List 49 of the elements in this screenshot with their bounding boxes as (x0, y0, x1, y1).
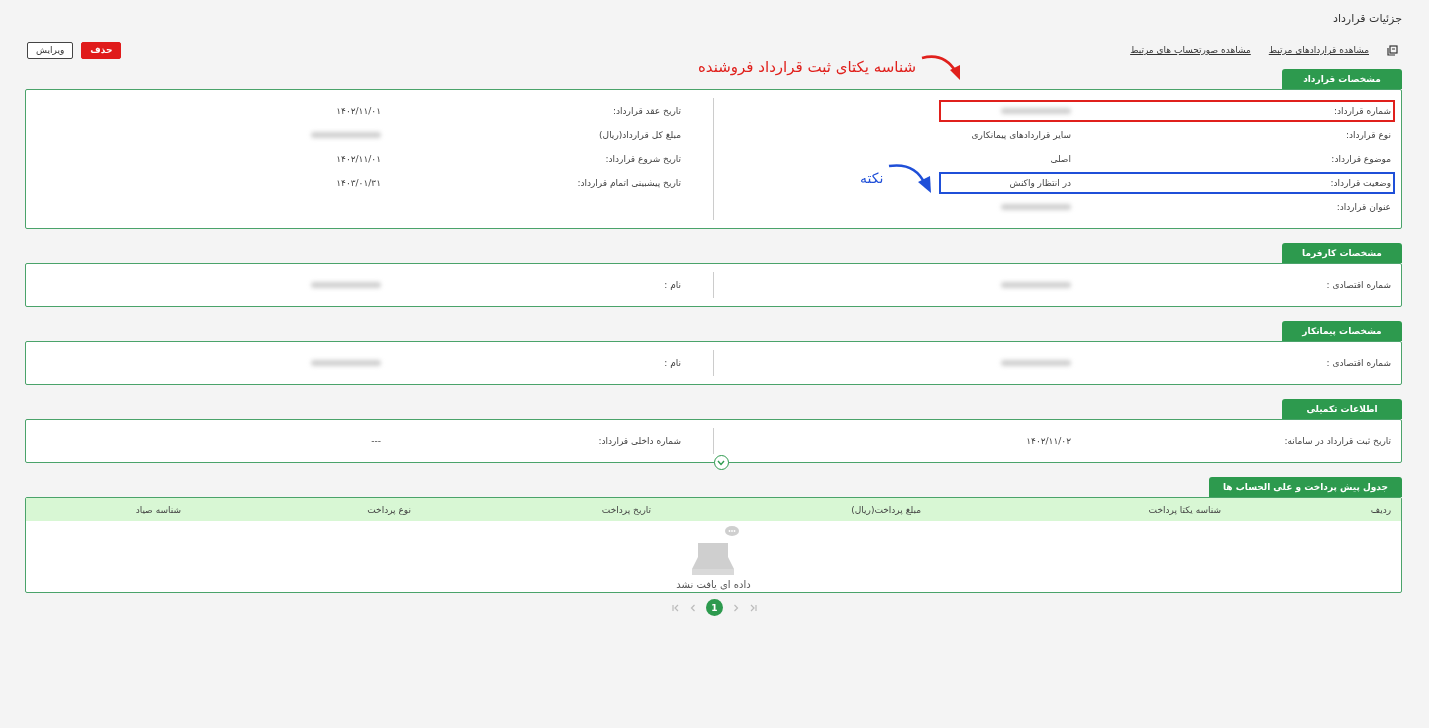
field-value: ۱۴۰۲/۱۱/۰۱ (336, 106, 381, 116)
column-header: مبلغ پرداخت(ریال) (850, 504, 921, 515)
page-button[interactable]: 1 (706, 599, 723, 616)
field-label: نام : (663, 358, 681, 368)
related-link[interactable]: مشاهده قراردادهای مرتبط (1268, 45, 1369, 55)
field-label: وضعیت قرارداد: (1329, 178, 1391, 188)
field-label: تاریخ پیشبینی اتمام قرارداد: (576, 178, 681, 188)
field-label: نام : (663, 280, 681, 290)
field-label: تاریخ شروع قرارداد: (604, 154, 681, 164)
document-icon (1387, 44, 1398, 56)
column-header: شناسه یکتا پرداخت (1147, 504, 1221, 515)
field-label: شماره اقتصادی : (1325, 358, 1391, 368)
annotation-text: نکته (860, 170, 884, 186)
field-label: تاریخ ثبت قرارداد در سامانه: (1283, 436, 1391, 446)
field-label: عنوان قرارداد: (1335, 202, 1391, 212)
edit-button[interactable]: ویرایش (27, 41, 74, 59)
expand-button[interactable] (713, 455, 729, 470)
page-title: جزئیات قرارداد (1332, 12, 1402, 25)
field-value: در انتظار واکنش (1009, 178, 1071, 188)
column-header: ردیف (1369, 504, 1391, 515)
last-page-button[interactable] (749, 603, 757, 612)
field-value: ۱۴۰۲/۱۱/۰۱ (336, 154, 381, 164)
column-header: تاریخ پرداخت (600, 504, 651, 515)
column-header: نوع پرداخت (366, 504, 411, 515)
empty-message: داده ای یافت نشد (676, 579, 751, 590)
field-label: نوع قرارداد: (1344, 130, 1391, 140)
chevron-left-icon (690, 603, 696, 612)
annotation-text: شناسه یکتای ثبت قرارداد فروشنده (698, 58, 916, 76)
field-label: مبلغ کل قرارداد(ریال) (598, 130, 681, 140)
chevron-right-icon (733, 603, 739, 612)
first-page-button[interactable] (672, 603, 680, 612)
next-page-button[interactable] (733, 603, 739, 612)
first-page-icon (672, 603, 680, 612)
delete-button[interactable]: حذف (81, 41, 122, 59)
field-label: شماره قرارداد: (1332, 106, 1391, 116)
chevron-down-icon (717, 459, 725, 466)
field-label: تاریخ عقد قرارداد: (612, 106, 681, 116)
related-link[interactable]: مشاهده صورتحساب های مرتبط (1130, 45, 1251, 55)
field-value: اصلی (1050, 154, 1071, 164)
field-label: موضوع قرارداد: (1330, 154, 1391, 164)
last-page-icon (749, 603, 757, 612)
column-header: شناسه صیاد (134, 504, 181, 515)
previous-page-button[interactable] (690, 603, 696, 612)
field-value: ۱۴۰۲/۱۱/۰۲ (1026, 436, 1071, 446)
field-value: ۱۴۰۳/۰۱/۳۱ (336, 178, 381, 188)
field-value: --- (371, 436, 381, 446)
field-label: شماره داخلی قرارداد: (597, 436, 681, 446)
field-label: شماره اقتصادی : (1325, 280, 1391, 290)
field-value: سایر قراردادهای پیمانکاری (971, 130, 1071, 140)
